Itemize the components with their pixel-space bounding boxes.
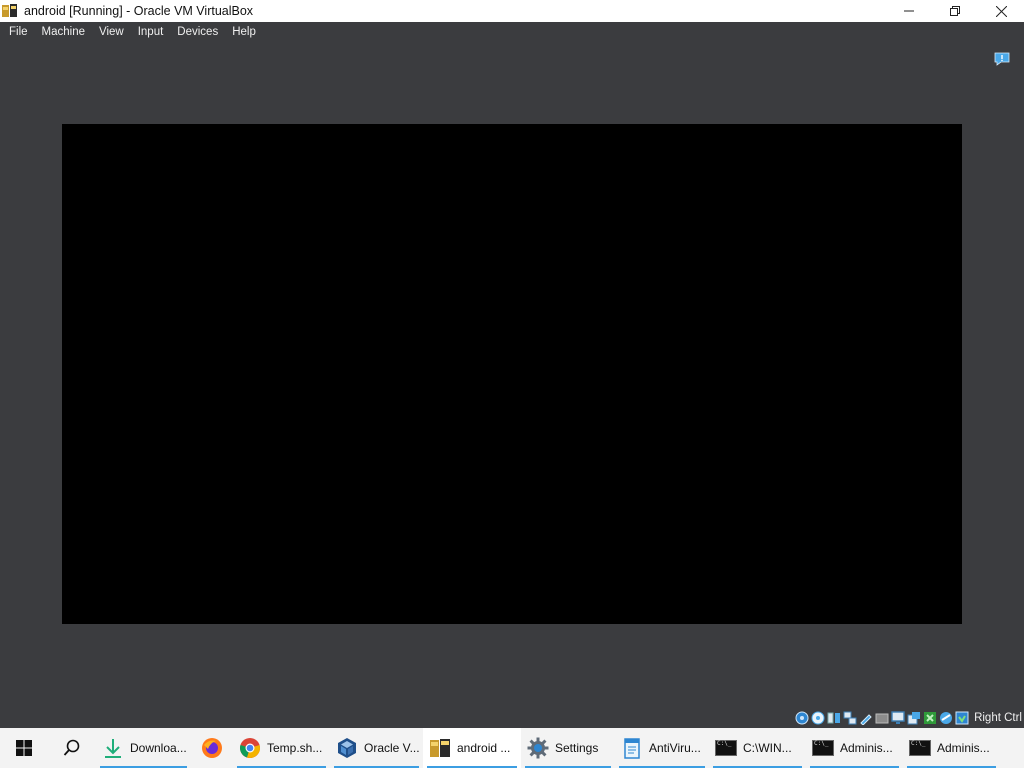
window-title: android [Running] - Oracle VM VirtualBox <box>24 4 254 18</box>
taskbar-item-cmd-windows[interactable]: C:\_ C:\WIN... <box>709 728 806 768</box>
search-icon <box>63 739 80 756</box>
virtualbox-vm-icon <box>429 737 451 759</box>
taskbar-item-label: Adminis... <box>937 741 990 755</box>
shared-folders-icon[interactable] <box>875 711 889 725</box>
restore-icon <box>950 6 960 16</box>
taskbar-item-android-vm[interactable]: android ... <box>423 728 521 768</box>
menu-machine[interactable]: Machine <box>37 26 90 38</box>
taskbar-item-label: C:\WIN... <box>743 741 792 755</box>
windows-logo-icon <box>16 740 32 756</box>
window-controls <box>886 0 1024 22</box>
taskbar-item-virtualbox-manager[interactable]: Oracle V... <box>330 728 423 768</box>
menu-file[interactable]: File <box>4 26 33 38</box>
chrome-icon <box>239 737 261 759</box>
taskbar-item-admin-cmd-2[interactable]: C:\_ Adminis... <box>903 728 1000 768</box>
usb-icon[interactable] <box>859 711 873 726</box>
minimize-icon <box>904 10 914 12</box>
virtualbox-app-icon[interactable] <box>2 3 18 19</box>
gear-icon <box>527 737 549 759</box>
taskbar-item-label: AntiViru... <box>649 741 701 755</box>
taskbar-item-label: Temp.sh... <box>267 741 323 755</box>
cmd-icon: C:\_ <box>909 737 931 759</box>
cmd-icon: C:\_ <box>812 737 834 759</box>
start-button[interactable] <box>0 728 48 768</box>
video-capture-icon[interactable] <box>907 711 921 725</box>
firefox-icon <box>201 737 223 759</box>
notepad-icon <box>621 737 643 759</box>
host-key-label[interactable]: Right Ctrl <box>974 712 1022 724</box>
taskbar-item-label: Oracle V... <box>364 741 420 755</box>
optical-drive-icon[interactable] <box>811 711 825 725</box>
menu-help[interactable]: Help <box>227 26 261 38</box>
virtualbox-icon <box>336 737 358 759</box>
menu-bar: File Machine View Input Devices Help <box>0 22 1024 42</box>
taskbar-item-label: Downloa... <box>130 741 187 755</box>
taskbar-item-label: android ... <box>457 741 511 755</box>
display-icon[interactable] <box>891 711 905 725</box>
taskbar-item-label: Settings <box>555 741 599 755</box>
taskbar-item-antivirus-notepad[interactable]: AntiViru... <box>615 728 709 768</box>
minimize-button[interactable] <box>886 0 932 22</box>
taskbar-item-chrome[interactable]: Temp.sh... <box>233 728 330 768</box>
maximize-button[interactable] <box>932 0 978 22</box>
close-icon <box>995 5 1007 17</box>
taskbar: Downloa... Temp.sh... Oracle V... androi… <box>0 728 1024 768</box>
title-bar: android [Running] - Oracle VM VirtualBox <box>0 0 1024 22</box>
menu-view[interactable]: View <box>94 26 129 38</box>
menu-input[interactable]: Input <box>133 26 169 38</box>
taskbar-item-admin-cmd-1[interactable]: C:\_ Adminis... <box>806 728 903 768</box>
taskbar-item-firefox[interactable] <box>191 728 233 768</box>
cmd-icon: C:\_ <box>715 737 737 759</box>
taskbar-item-downloads[interactable]: Downloa... <box>96 728 191 768</box>
menu-devices[interactable]: Devices <box>172 26 223 38</box>
download-arrow-icon <box>102 737 124 759</box>
audio-icon[interactable] <box>827 711 841 725</box>
cpu-icon[interactable] <box>939 711 953 725</box>
mouse-integration-icon[interactable] <box>923 711 937 725</box>
search-button[interactable] <box>48 728 96 768</box>
network-icon[interactable] <box>843 711 857 725</box>
taskbar-item-label: Adminis... <box>840 741 893 755</box>
hard-disk-icon[interactable] <box>795 711 809 725</box>
taskbar-item-settings[interactable]: Settings <box>521 728 615 768</box>
close-button[interactable] <box>978 0 1024 22</box>
vm-status-bar: Right Ctrl <box>795 708 1024 728</box>
vm-display[interactable] <box>62 124 962 624</box>
notification-icon[interactable] <box>994 52 1010 66</box>
keyboard-icon[interactable] <box>955 711 969 725</box>
